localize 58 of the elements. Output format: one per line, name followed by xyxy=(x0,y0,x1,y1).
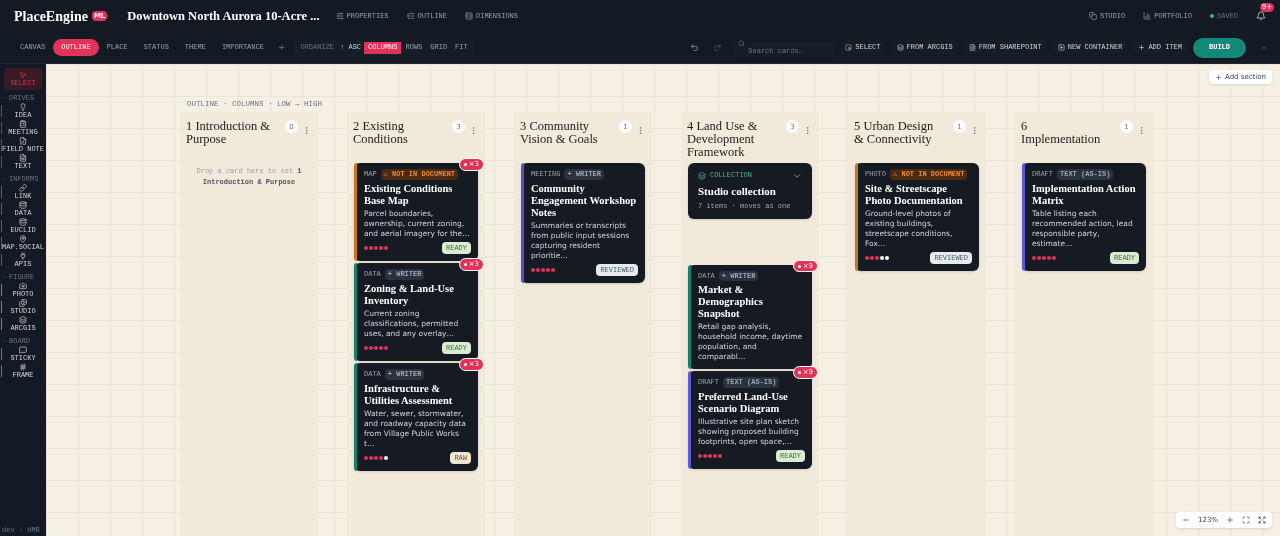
rows-icon xyxy=(465,12,473,20)
bar-chart-icon xyxy=(1143,12,1152,20)
bulb-icon xyxy=(19,103,27,111)
card-title: Zoning & Land-Use Inventory xyxy=(364,282,455,307)
fit-icon[interactable] xyxy=(1242,516,1250,524)
bell-icon[interactable] xyxy=(1256,11,1266,21)
fullscreen-icon[interactable] xyxy=(1258,516,1266,524)
database-icon xyxy=(19,218,27,226)
pin-icon xyxy=(19,235,27,243)
undo-icon[interactable] xyxy=(690,43,700,52)
column-title: 1 Introduction & Purpose xyxy=(186,120,271,147)
more-icon[interactable] xyxy=(803,126,812,136)
card-title: Market & Demographics Snapshot xyxy=(698,284,764,321)
camera-icon xyxy=(19,282,27,290)
square-plus-icon xyxy=(1057,44,1065,51)
list-tree-icon xyxy=(406,12,415,20)
document-icon xyxy=(968,44,976,51)
layers-icon xyxy=(19,316,27,324)
clipboard-icon xyxy=(19,120,27,128)
pointer-icon xyxy=(19,71,27,79)
card-title: Preferred Land-Use Scenario Diagram xyxy=(698,390,789,415)
plus-icon xyxy=(1215,73,1222,81)
card-title: Existing Conditions Base Map xyxy=(364,182,454,207)
more-icon[interactable] xyxy=(636,126,645,136)
add-tab-button[interactable]: + xyxy=(271,40,292,55)
images-icon xyxy=(19,299,27,307)
card-title: Community Engagement Workshop Notes xyxy=(531,182,638,219)
more-icon[interactable] xyxy=(1137,126,1146,136)
column-title: 6 Implementation xyxy=(1021,120,1102,147)
layers-icon xyxy=(698,171,706,180)
link-icon xyxy=(19,184,27,192)
document-icon xyxy=(19,154,27,162)
select-icon xyxy=(845,44,853,51)
project-title[interactable]: Downtown North Aurora 10-Acre ... xyxy=(127,6,320,26)
app-logo[interactable]: PlaceEngine xyxy=(14,5,88,27)
copy-icon xyxy=(1088,12,1097,20)
sliders-icon xyxy=(335,12,344,20)
more-icon[interactable] xyxy=(302,126,311,136)
chat-icon xyxy=(19,346,27,354)
plus-icon xyxy=(1138,44,1146,51)
column-title: 2 Existing Conditions xyxy=(353,120,409,147)
plug-icon xyxy=(19,252,27,260)
card-title: Studio collection xyxy=(698,183,777,199)
more-icon[interactable] xyxy=(469,126,478,136)
card-title: Infrastructure & Utilities Assessment xyxy=(364,382,454,407)
redo-icon[interactable] xyxy=(713,43,723,52)
note-edit-icon xyxy=(19,137,27,145)
zoom-out-icon[interactable] xyxy=(1182,516,1190,524)
column-title: 5 Urban Design & Connectivity xyxy=(854,120,935,147)
database-icon xyxy=(19,201,27,209)
card-title: Site & Streetscape Photo Documentation xyxy=(865,182,964,207)
more-icon[interactable] xyxy=(970,126,979,136)
zoom-in-icon[interactable] xyxy=(1226,516,1234,524)
column-title: 3 Community Vision & Goals xyxy=(520,120,599,147)
card-title: Implementation Action Matrix xyxy=(1032,182,1137,207)
column-title: 4 Land Use & Development Framework xyxy=(687,120,759,160)
hash-icon xyxy=(19,363,27,371)
layers-icon xyxy=(896,44,904,51)
